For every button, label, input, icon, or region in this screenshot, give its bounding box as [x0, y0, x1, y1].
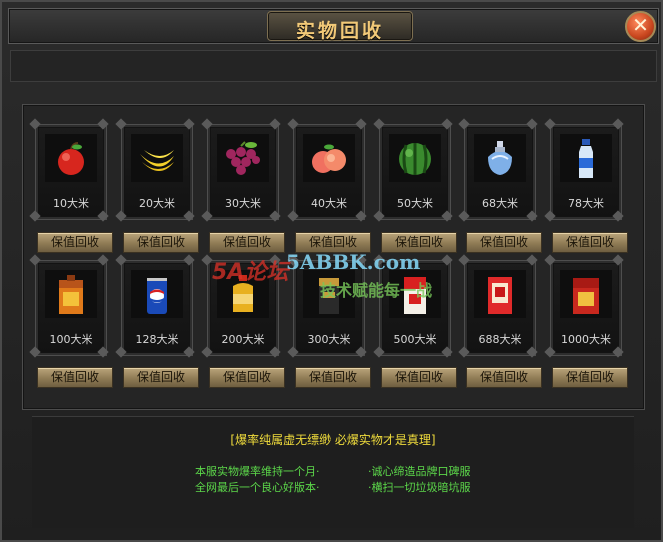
- recycle-button[interactable]: 保值回收: [466, 232, 542, 253]
- slogan-text: [爆率纯属虚无缥缈 必爆实物才是真理]: [230, 433, 436, 447]
- oil-bottle-icon: [221, 273, 265, 317]
- cigarette-carton-icon: [478, 273, 522, 317]
- item-price: 500大米: [393, 333, 437, 346]
- watermelon-icon: [393, 137, 437, 181]
- recycle-button[interactable]: 保值回收: [295, 232, 371, 253]
- title-bar: 实物回收: [8, 8, 659, 44]
- recycle-button[interactable]: 保值回收: [37, 367, 113, 388]
- recycle-item[interactable]: 128大米: [115, 254, 195, 358]
- recycle-button[interactable]: 保值回收: [381, 367, 457, 388]
- recycle-item[interactable]: 30大米: [201, 118, 281, 222]
- item-price: 200大米: [221, 333, 265, 346]
- pepsi-can-icon: [135, 273, 179, 317]
- cigarette-pack-icon: [307, 273, 351, 317]
- note-line: 本服实物爆率维持一个月·: [195, 465, 320, 478]
- slot-corner-ornament: [269, 346, 281, 358]
- recycle-button[interactable]: 保值回收: [123, 232, 199, 253]
- recycle-button[interactable]: 保值回收: [552, 232, 628, 253]
- gift-box-icon: [564, 273, 608, 317]
- recycle-item[interactable]: 68大米: [458, 118, 538, 222]
- recycle-button[interactable]: 保值回收: [209, 367, 285, 388]
- wine-box-icon: [49, 273, 93, 317]
- grapes-icon: [221, 137, 265, 181]
- recycle-item[interactable]: 500大米: [373, 254, 453, 358]
- recycle-button[interactable]: 保值回收: [123, 367, 199, 388]
- banana-icon: [135, 137, 179, 181]
- info-panel: [爆率纯属虚无缥缈 必爆实物才是真理] 本服实物爆率维持一个月· ·诚心缔造品牌…: [32, 416, 634, 528]
- recycle-button[interactable]: 保值回收: [466, 367, 542, 388]
- title-plate: 实物回收: [267, 11, 413, 42]
- item-price: 300大米: [307, 333, 351, 346]
- slot-corner-ornament: [97, 346, 109, 358]
- item-price: 128大米: [135, 333, 179, 346]
- recycle-button[interactable]: 保值回收: [37, 232, 113, 253]
- item-price: 20大米: [139, 197, 175, 210]
- close-icon: ✕: [632, 13, 649, 37]
- cigarette-box-icon: [393, 273, 437, 317]
- note-line: ·诚心缔造品牌口碑服: [368, 465, 471, 478]
- note-line: 全网最后一个良心好版本·: [195, 481, 320, 494]
- recycle-button[interactable]: 保值回收: [295, 367, 371, 388]
- recycle-item[interactable]: 200大米: [201, 254, 281, 358]
- recycle-button[interactable]: 保值回收: [552, 367, 628, 388]
- slot-corner-ornament: [355, 210, 367, 222]
- slot-corner-ornament: [269, 210, 281, 222]
- item-price: 78大米: [568, 197, 604, 210]
- note-line: ·横扫一切垃圾暗坑服: [368, 481, 471, 494]
- slot-corner-ornament: [526, 210, 538, 222]
- recycle-item[interactable]: 300大米: [287, 254, 367, 358]
- recycle-item[interactable]: 50大米: [373, 118, 453, 222]
- item-price: 68大米: [482, 197, 518, 210]
- slot-corner-ornament: [441, 346, 453, 358]
- slot-corner-ornament: [355, 346, 367, 358]
- recycle-item[interactable]: 10大米: [29, 118, 109, 222]
- slot-corner-ornament: [97, 210, 109, 222]
- item-price: 30大米: [225, 197, 261, 210]
- perfume-icon: [478, 137, 522, 181]
- slot-corner-ornament: [183, 210, 195, 222]
- item-price: 100大米: [49, 333, 93, 346]
- peach-icon: [307, 137, 351, 181]
- slot-corner-ornament: [183, 346, 195, 358]
- item-price: 1000大米: [561, 333, 611, 346]
- recycle-item[interactable]: 688大米: [458, 254, 538, 358]
- sub-header-bar: [10, 50, 657, 82]
- recycle-item[interactable]: 1000大米: [544, 254, 624, 358]
- window-title: 实物回收: [295, 20, 384, 42]
- item-price: 50大米: [397, 197, 433, 210]
- recycle-item[interactable]: 20大米: [115, 118, 195, 222]
- slot-corner-ornament: [526, 346, 538, 358]
- slot-corner-ornament: [441, 210, 453, 222]
- apple-icon: [49, 137, 93, 181]
- slot-corner-ornament: [612, 346, 624, 358]
- recycle-item[interactable]: 78大米: [544, 118, 624, 222]
- recycle-item[interactable]: 100大米: [29, 254, 109, 358]
- drink-bottle-icon: [564, 137, 608, 181]
- item-price: 40大米: [311, 197, 347, 210]
- recycle-button[interactable]: 保值回收: [209, 232, 285, 253]
- close-button[interactable]: ✕: [625, 11, 656, 42]
- item-price: 688大米: [478, 333, 522, 346]
- recycle-item[interactable]: 40大米: [287, 118, 367, 222]
- slot-corner-ornament: [612, 210, 624, 222]
- item-price: 10大米: [53, 197, 89, 210]
- recycle-button[interactable]: 保值回收: [381, 232, 457, 253]
- recycle-window: 实物回收 ✕ 10大米保值回收 20大米保值回收 30大米保值回收 40大米保值回收 5…: [0, 0, 663, 542]
